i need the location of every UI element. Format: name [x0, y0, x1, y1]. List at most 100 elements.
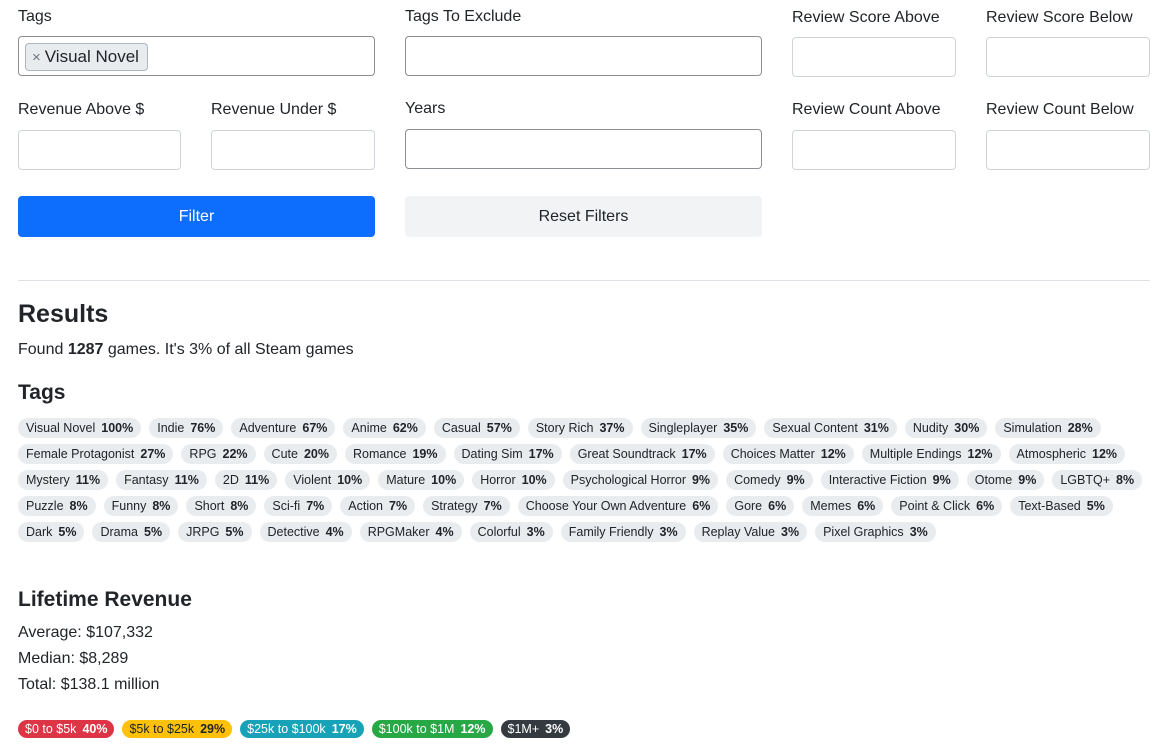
tag-pill-percent: 3% [659, 525, 678, 539]
tag-pill-name: Atmospheric [1016, 447, 1087, 461]
revenue-bucket-label: $25k to $100k [247, 722, 326, 736]
tag-pill-percent: 20% [303, 447, 329, 461]
tag-pill-name: Romance [352, 447, 407, 461]
tag-pill: Interactive Fiction 9% [820, 470, 959, 490]
tag-pill-name: Strategy [431, 499, 478, 513]
tag-pill-name: Violent [293, 473, 332, 487]
tag-pill-name: Simulation [1003, 421, 1062, 435]
tag-pill: Anime 62% [343, 418, 426, 438]
tag-pill-percent: 100% [101, 421, 134, 435]
tag-pill-percent: 8% [69, 499, 88, 513]
years-input[interactable] [405, 129, 762, 169]
tag-pill-name: Casual [441, 421, 481, 435]
tags-heading: Tags [18, 381, 66, 404]
tag-pill-percent: 9% [786, 473, 805, 487]
revenue-bucket-percent: 12% [460, 722, 486, 736]
revenue-total: Total: $138.1 million [18, 676, 160, 693]
tag-pill-name: Comedy [734, 473, 781, 487]
tag-pill: Point & Click 6% [891, 496, 1003, 516]
tag-pill-percent: 5% [225, 525, 244, 539]
tag-pill: Comedy 9% [726, 470, 813, 490]
review-score-below-input[interactable] [986, 37, 1150, 77]
tag-pill-percent: 27% [140, 447, 166, 461]
tag-pill-name: Memes [810, 499, 852, 513]
tag-pill: Horror 10% [472, 470, 555, 490]
results-heading: Results [18, 300, 109, 328]
tag-pill: Fantasy 11% [116, 470, 207, 490]
tag-pill: Visual Novel 100% [18, 418, 142, 438]
tag-pill-name: Cute [271, 447, 298, 461]
tag-pill-percent: 11% [244, 473, 270, 487]
tag-pill-percent: 6% [692, 499, 711, 513]
review-count-above-label: Review Count Above [792, 101, 941, 118]
revenue-bucket-label: $0 to $5k [25, 722, 77, 736]
tag-pill-percent: 76% [190, 421, 216, 435]
tag-pill-percent: 6% [857, 499, 876, 513]
tag-pill: JRPG 5% [178, 522, 252, 542]
tag-pill-name: Singleplayer [648, 421, 718, 435]
revenue-median: Median: $8,289 [18, 650, 129, 667]
tag-pill: Nudity 30% [904, 418, 988, 438]
review-count-below-label: Review Count Below [986, 101, 1134, 118]
found-suffix: games. It's 3% of all Steam games [103, 341, 354, 358]
review-count-above-input[interactable] [792, 130, 956, 170]
tag-pill-name: Choices Matter [730, 447, 815, 461]
tag-pill-name: Great Soundtrack [577, 447, 676, 461]
tag-pill: Mature 10% [378, 470, 465, 490]
tag-pill: Violent 10% [285, 470, 371, 490]
tag-pill: Great Soundtrack 17% [569, 444, 715, 464]
tag-pill-percent: 10% [431, 473, 457, 487]
tag-pill: LGBTQ+ 8% [1052, 470, 1143, 490]
tag-pill-name: Adventure [239, 421, 297, 435]
tag-pill: Detective 4% [259, 522, 352, 542]
filter-button[interactable]: Filter [18, 196, 375, 237]
tag-pill: Indie 76% [149, 418, 224, 438]
revenue-above-input[interactable] [18, 130, 181, 170]
tag-pill: Short 8% [186, 496, 257, 516]
tag-pill: Romance 19% [344, 444, 446, 464]
tags-label: Tags [18, 8, 52, 25]
tag-pill-name: Horror [480, 473, 516, 487]
revenue-bucket-percent: 17% [331, 722, 357, 736]
tag-pill-percent: 3% [526, 525, 545, 539]
tag-pill-name: Story Rich [535, 421, 594, 435]
tag-pill-name: Detective [267, 525, 320, 539]
tag-pill-name: Action [348, 499, 384, 513]
tag-pill-name: Mystery [26, 473, 70, 487]
revenue-under-input[interactable] [211, 130, 375, 170]
tag-pill-percent: 9% [691, 473, 711, 487]
lifetime-revenue-heading: Lifetime Revenue [18, 588, 192, 611]
tag-distribution: Visual Novel 100% Indie 76% Adventure 67% Anim… [18, 418, 1150, 542]
tag-pill-percent: 8% [152, 499, 171, 513]
tag-pill-name: Otome [974, 473, 1013, 487]
revenue-bucket-pill: $0 to $5k 40% [18, 720, 115, 738]
revenue-bucket-pill: $5k to $25k 29% [122, 720, 233, 738]
tag-pill-name: Puzzle [26, 499, 64, 513]
tag-pill-percent: 5% [58, 525, 77, 539]
tags-input[interactable]: × Visual Novel [18, 36, 375, 76]
revenue-bucket-percent: 3% [545, 722, 564, 736]
tag-pill-name: Psychological Horror [570, 473, 686, 487]
revenue-bucket-percent: 40% [82, 722, 108, 736]
tag-pill: Dating Sim 17% [453, 444, 562, 464]
tag-pill-name: LGBTQ+ [1060, 473, 1110, 487]
review-count-below-input[interactable] [986, 130, 1150, 170]
revenue-bucket-pill: $25k to $100k 17% [240, 720, 364, 738]
tag-pill-name: Anime [351, 421, 387, 435]
review-score-above-input[interactable] [792, 37, 956, 77]
tag-pill-percent: 37% [599, 421, 625, 435]
tag-pill-percent: 17% [681, 447, 707, 461]
tag-pill-name: Colorful [477, 525, 521, 539]
tags-exclude-input[interactable] [405, 36, 762, 76]
tag-pill-percent: 62% [392, 421, 418, 435]
tag-pill-percent: 22% [222, 447, 248, 461]
tag-pill-percent: 57% [486, 421, 512, 435]
tag-pill-percent: 28% [1067, 421, 1093, 435]
tag-pill-name: Family Friendly [568, 525, 654, 539]
reset-filters-button[interactable]: Reset Filters [405, 196, 762, 237]
remove-tag-icon[interactable]: × [32, 49, 41, 66]
tag-pill-name: Gore [734, 499, 763, 513]
tag-pill-percent: 5% [1086, 499, 1105, 513]
tag-pill-percent: 30% [954, 421, 980, 435]
tag-pill-percent: 8% [230, 499, 249, 513]
